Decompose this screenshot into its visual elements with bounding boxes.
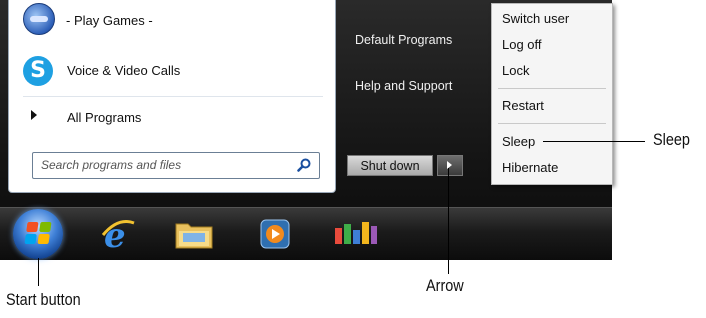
power-options-arrow-button[interactable] xyxy=(437,155,463,176)
photo-gallery-icon[interactable] xyxy=(333,220,379,246)
windows-explorer-icon[interactable] xyxy=(174,218,214,250)
callout-line-sleep xyxy=(543,141,645,142)
internet-explorer-icon[interactable]: e xyxy=(100,215,136,253)
skype-icon: S xyxy=(23,56,53,86)
menu-item-log-off[interactable]: Log off xyxy=(502,37,542,52)
triangle-right-icon xyxy=(31,110,37,120)
power-options-menu: Switch user Log off Lock Restart Sleep H… xyxy=(491,3,613,185)
search-icon[interactable] xyxy=(297,158,311,172)
shut-down-button[interactable]: Shut down xyxy=(347,155,433,176)
menu-item-sleep[interactable]: Sleep xyxy=(502,134,535,149)
menu-divider xyxy=(498,123,606,124)
windows-flag-icon xyxy=(24,222,52,244)
search-input[interactable]: Search programs and files xyxy=(32,152,320,179)
callout-label-arrow: Arrow xyxy=(426,276,464,295)
program-item-voice-video-calls[interactable]: Voice & Video Calls xyxy=(67,63,180,78)
games-icon xyxy=(23,3,55,35)
menu-item-hibernate[interactable]: Hibernate xyxy=(502,160,558,175)
programs-pane: - Play Games - S Voice & Video Calls All… xyxy=(8,0,336,193)
divider xyxy=(23,96,323,97)
all-programs-item[interactable]: All Programs xyxy=(67,110,141,125)
help-support-item[interactable]: Help and Support xyxy=(355,79,452,93)
menu-item-switch-user[interactable]: Switch user xyxy=(502,11,569,26)
callout-label-sleep: Sleep xyxy=(653,130,690,149)
menu-item-lock[interactable]: Lock xyxy=(502,63,529,78)
callout-line-start xyxy=(38,258,39,286)
menu-divider xyxy=(498,88,606,89)
start-orb-icon[interactable] xyxy=(13,209,63,259)
menu-item-restart[interactable]: Restart xyxy=(502,98,544,113)
callout-label-start-button: Start button xyxy=(6,290,81,309)
search-placeholder: Search programs and files xyxy=(41,158,182,172)
taskbar xyxy=(0,207,612,260)
default-programs-item[interactable]: Default Programs xyxy=(355,33,452,47)
media-player-icon[interactable] xyxy=(260,219,290,249)
program-item-play-games[interactable]: - Play Games - xyxy=(66,13,153,28)
callout-line-arrow xyxy=(448,168,449,274)
